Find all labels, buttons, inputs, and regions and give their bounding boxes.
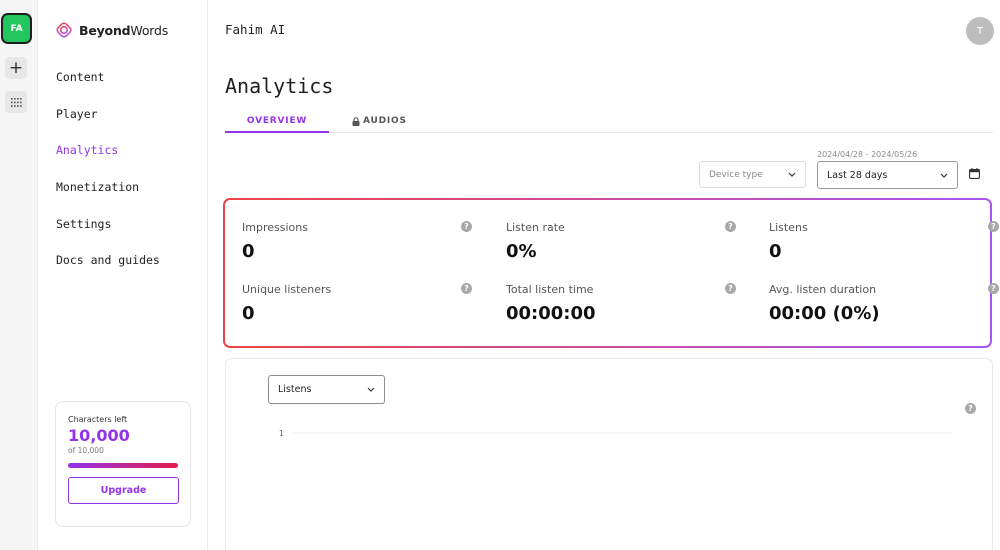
stat-avg-listen-duration: Avg. listen duration 00:00 (0%) ?	[769, 283, 999, 324]
stat-label: Listens	[769, 221, 808, 234]
chevron-down-icon	[367, 387, 375, 392]
help-icon[interactable]: ?	[725, 283, 736, 294]
sidebar-item-player[interactable]: Player	[56, 105, 160, 142]
apps-grid-button[interactable]	[5, 91, 27, 113]
tab-audios[interactable]: AUDIOS	[352, 116, 407, 126]
credits-total: of 10,000	[68, 446, 104, 455]
metric-select[interactable]: Listens	[268, 375, 385, 404]
workspace-badge[interactable]: FA	[3, 15, 30, 42]
help-icon[interactable]: ?	[988, 221, 999, 232]
stat-impressions: Impressions 0 ?	[242, 221, 472, 262]
logo[interactable]: BeyondWords	[55, 21, 168, 39]
stat-label: Avg. listen duration	[769, 283, 877, 296]
stat-value: 00:00:00	[506, 303, 596, 324]
logo-text: BeyondWords	[79, 22, 169, 38]
beyondwords-logo-icon	[56, 22, 72, 38]
help-icon[interactable]: ?	[461, 283, 472, 294]
stat-total-listen-time: Total listen time 00:00:00 ?	[506, 283, 736, 324]
y-tick-label: 1	[279, 429, 284, 438]
sidebar-item-docs[interactable]: Docs and guides	[56, 251, 160, 288]
date-range-label: 2024/04/28 - 2024/05/26	[817, 150, 918, 159]
period-value: Last 28 days	[827, 169, 888, 181]
device-type-placeholder: Device type	[709, 169, 763, 180]
period-select[interactable]: Last 28 days	[817, 161, 958, 189]
help-icon[interactable]: ?	[461, 221, 472, 232]
workspace-name: Fahim AI	[225, 22, 286, 37]
credits-card: Characters left 10,000 of 10,000 Upgrade	[55, 401, 191, 527]
chart-card: Listens ? 1	[225, 358, 993, 550]
help-icon[interactable]: ?	[988, 283, 999, 294]
lock-icon	[352, 116, 360, 126]
upgrade-button[interactable]: Upgrade	[68, 477, 179, 504]
plus-icon: +	[8, 57, 24, 78]
stat-listen-rate: Listen rate 0% ?	[506, 221, 736, 262]
sidebar-item-monetization[interactable]: Monetization	[56, 178, 160, 215]
sidebar-nav: Content Player Analytics Monetization Se…	[56, 68, 160, 288]
stat-unique-listeners: Unique listeners 0 ?	[242, 283, 472, 324]
calendar-icon[interactable]	[969, 168, 980, 179]
stat-listens: Listens 0 ?	[769, 221, 999, 262]
add-workspace-button[interactable]: +	[5, 57, 27, 79]
stat-label: Impressions	[242, 221, 308, 234]
avatar[interactable]: T	[966, 17, 994, 45]
listens-chart: 1	[279, 429, 952, 438]
stat-value: 0	[242, 241, 255, 262]
main-content: Fahim AI T Analytics OVERVIEW AUDIOS 202…	[208, 0, 1000, 550]
credits-label: Characters left	[68, 415, 128, 424]
stat-label: Unique listeners	[242, 283, 332, 296]
stat-value: 0%	[506, 241, 537, 262]
chevron-down-icon	[940, 173, 948, 178]
stat-value: 0	[769, 241, 782, 262]
sidebar-item-content[interactable]: Content	[56, 68, 160, 105]
workspace-rail: FA +	[0, 0, 38, 550]
tab-overview[interactable]: OVERVIEW	[225, 116, 329, 133]
credits-value: 10,000	[68, 426, 130, 445]
stat-label: Listen rate	[506, 221, 565, 234]
tab-audios-label: AUDIOS	[363, 116, 407, 126]
help-icon[interactable]: ?	[725, 221, 736, 232]
chevron-down-icon	[788, 172, 796, 177]
metric-value: Listens	[278, 384, 312, 395]
stat-label: Total listen time	[506, 283, 594, 296]
sidebar: BeyondWords Content Player Analytics Mon…	[38, 0, 208, 550]
page-title: Analytics	[225, 74, 334, 98]
stats-panel: Impressions 0 ? Listen rate 0% ? Listens…	[223, 198, 999, 348]
grid-icon	[10, 97, 22, 107]
device-type-select[interactable]: Device type	[699, 161, 806, 188]
stat-value: 0	[242, 303, 255, 324]
stat-value: 00:00 (0%)	[769, 303, 880, 324]
tab-bar: OVERVIEW AUDIOS	[225, 113, 993, 133]
sidebar-item-analytics[interactable]: Analytics	[56, 141, 160, 178]
credits-progress-bar	[68, 463, 178, 468]
sidebar-item-settings[interactable]: Settings	[56, 215, 160, 252]
help-icon[interactable]: ?	[965, 403, 976, 414]
